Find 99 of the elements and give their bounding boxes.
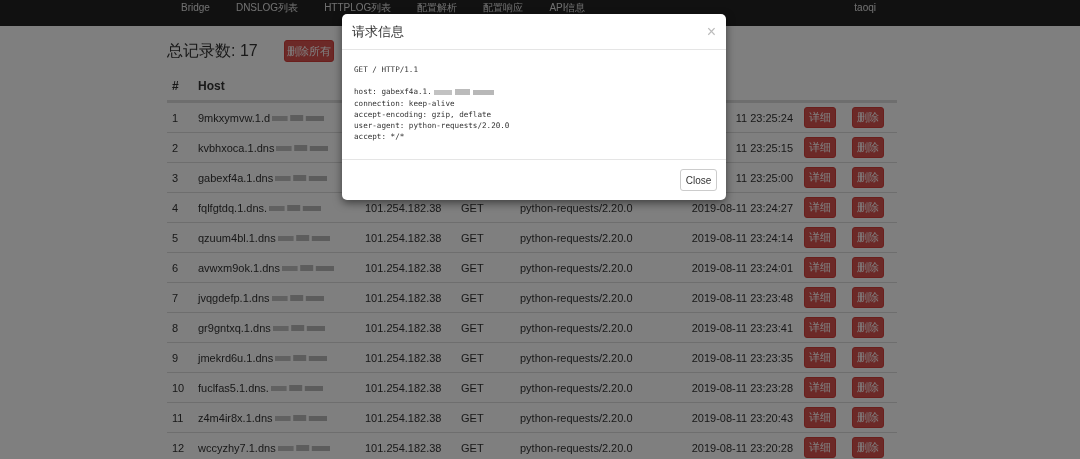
nav-link[interactable]: Bridge <box>173 0 218 14</box>
host-cell: fqlfgtdq.1.dns. <box>198 201 268 214</box>
ip-cell-text: 101.254.182.38 <box>364 351 443 364</box>
user-agent-cell-text: python-requests/2.20.0 <box>519 261 634 274</box>
method-cell-text: GET <box>460 291 485 304</box>
time-cell: 2019-08-11 23:23:35 <box>691 351 793 364</box>
row-number: 10 <box>171 381 186 394</box>
time-cell: 2019-08-11 23:24:01 <box>691 261 793 274</box>
delete-button[interactable]: 删除 <box>852 197 884 218</box>
host-cell: gabexf4a.1.dns <box>198 171 274 184</box>
time-cell: 2019-08-11 23:24:27 <box>691 201 793 214</box>
user-agent-cell-text: python-requests/2.20.0 <box>519 291 634 304</box>
host-cell: z4m4ir8x.1.dns <box>198 411 273 424</box>
user-link[interactable]: taoqi <box>846 0 884 14</box>
time-cell: 2019-08-11 23:20:43 <box>691 411 793 424</box>
user-agent-cell-text: python-requests/2.20.0 <box>519 201 634 214</box>
detail-button[interactable]: 详细 <box>804 377 836 398</box>
delete-button[interactable]: 删除 <box>852 317 884 338</box>
user-agent-cell-text: python-requests/2.20.0 <box>519 411 634 424</box>
method-cell-text: GET <box>460 231 485 244</box>
row-number: 1 <box>171 111 180 124</box>
ip-cell-text: 101.254.182.38 <box>364 201 443 214</box>
column-header: # <box>171 79 180 93</box>
user-agent-cell-text: python-requests/2.20.0 <box>519 231 634 244</box>
method-cell-text: GET <box>460 441 485 454</box>
delete-button[interactable]: 删除 <box>852 257 884 278</box>
delete-button[interactable]: 删除 <box>852 377 884 398</box>
host-cell: fuclfas5.1.dns. <box>198 381 269 394</box>
time-cell: 2019-08-11 23:23:28 <box>691 381 793 394</box>
delete-button[interactable]: 删除 <box>852 437 884 458</box>
detail-button[interactable]: 详细 <box>804 167 836 188</box>
time-cell: 2019-08-11 23:24:14 <box>691 231 793 244</box>
delete-button[interactable]: 删除 <box>852 287 884 308</box>
ip-cell-text: 101.254.182.38 <box>364 261 443 274</box>
ip-cell-text: 101.254.182.38 <box>364 411 443 424</box>
time-cell: 11 23:25:00 <box>735 171 793 184</box>
row-number: 2 <box>171 141 180 154</box>
row-number: 5 <box>171 231 180 244</box>
detail-button[interactable]: 详细 <box>804 137 836 158</box>
ip-cell-text: 101.254.182.38 <box>364 381 443 394</box>
nav-link[interactable]: HTTPLOG列表 <box>316 0 400 14</box>
detail-button[interactable]: 详细 <box>804 317 836 338</box>
method-cell-text: GET <box>460 411 485 424</box>
row-number: 8 <box>171 321 180 334</box>
host-cell: gr9gntxq.1.dns <box>198 321 271 334</box>
row-number: 4 <box>171 201 180 214</box>
ip-cell-text: 101.254.182.38 <box>364 321 443 334</box>
row-number: 11 <box>171 411 185 424</box>
detail-button[interactable]: 详细 <box>804 437 836 458</box>
delete-button[interactable]: 删除 <box>852 167 884 188</box>
host-cell: wccyzhy7.1.dns <box>198 441 276 454</box>
time-cell: 11 23:25:24 <box>735 111 793 124</box>
row-number: 7 <box>171 291 180 304</box>
row-number: 12 <box>171 441 186 454</box>
delete-button[interactable]: 删除 <box>852 227 884 248</box>
host-cell: jmekrd6u.1.dns <box>198 351 274 364</box>
detail-button[interactable]: 详细 <box>804 257 836 278</box>
host-cell: jvqgdefp.1.dns <box>198 291 270 304</box>
host-cell: avwxm9ok.1.dns <box>198 261 280 274</box>
dialog-title: 请求信息 <box>352 22 404 41</box>
method-cell-text: GET <box>460 351 485 364</box>
row-number: 6 <box>171 261 180 274</box>
nav-link[interactable]: 配置解析 <box>409 0 466 14</box>
method-cell-text: GET <box>460 321 485 334</box>
method-cell-text: GET <box>460 261 485 274</box>
detail-button[interactable]: 详细 <box>804 227 836 248</box>
user-agent-cell-text: python-requests/2.20.0 <box>519 351 634 364</box>
delete-all-button[interactable]: 删除所有 <box>283 40 334 62</box>
nav-link[interactable]: 配置响应 <box>475 0 532 14</box>
delete-button[interactable]: 删除 <box>852 137 884 158</box>
host-cell: kvbhxoca.1.dns <box>198 141 275 154</box>
detail-button[interactable]: 详细 <box>804 287 836 308</box>
user-agent-cell-text: python-requests/2.20.0 <box>519 381 634 394</box>
row-number: 3 <box>171 171 180 184</box>
detail-button[interactable]: 详细 <box>804 347 836 368</box>
nav-link[interactable]: DNSLOG列表 <box>227 0 307 14</box>
method-cell-text: GET <box>460 201 485 214</box>
time-cell: 2019-08-11 23:23:41 <box>691 321 793 334</box>
detail-button[interactable]: 详细 <box>804 197 836 218</box>
row-number: 9 <box>171 351 180 364</box>
time-cell: 11 23:25:15 <box>735 141 793 154</box>
user-agent-cell-text: python-requests/2.20.0 <box>519 321 634 334</box>
detail-button[interactable]: 详细 <box>804 107 836 128</box>
user-agent-cell-text: python-requests/2.20.0 <box>519 441 634 454</box>
host-cell: 9mkxymvw.1.d <box>198 111 271 124</box>
method-cell-text: GET <box>460 381 485 394</box>
nav-link[interactable]: API信息 <box>541 0 594 14</box>
host-cell: qzuum4bl.1.dns <box>198 231 276 244</box>
delete-button[interactable]: 删除 <box>852 347 884 368</box>
delete-button[interactable]: 删除 <box>852 107 884 128</box>
time-cell: 2019-08-11 23:20:28 <box>691 441 793 454</box>
ip-cell-text: 101.254.182.38 <box>364 441 443 454</box>
ip-cell-text: 101.254.182.38 <box>364 291 443 304</box>
delete-button[interactable]: 删除 <box>852 407 884 428</box>
detail-button[interactable]: 详细 <box>804 407 836 428</box>
ip-cell-text: 101.254.182.38 <box>364 231 443 244</box>
close-button[interactable]: Close <box>680 169 717 191</box>
time-cell: 2019-08-11 23:23:48 <box>691 291 793 304</box>
record-count: 总记录数: 17 <box>167 40 258 61</box>
